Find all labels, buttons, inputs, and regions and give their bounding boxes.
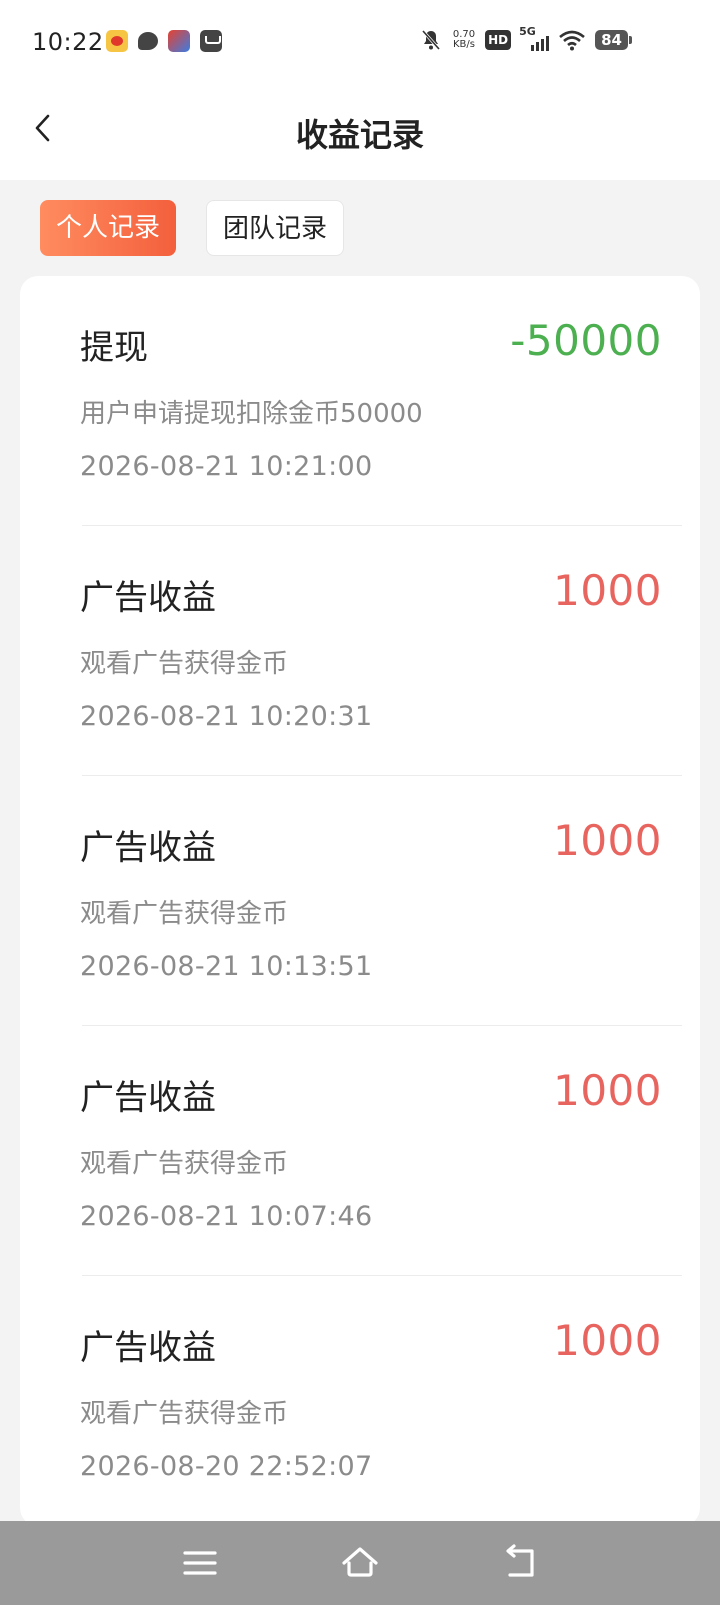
record-time: 2026-08-21 10:13:51 <box>80 951 373 982</box>
record-time: 2026-08-20 22:52:07 <box>80 1451 373 1482</box>
record-title: 提现 <box>80 328 148 368</box>
record-description: 观看广告获得金币 <box>80 1399 289 1429</box>
list-item: 广告收益 1000 观看广告获得金币 2026-08-21 10:07:46 <box>60 1026 682 1276</box>
mail-icon <box>200 30 222 52</box>
record-time: 2026-08-21 10:20:31 <box>80 701 373 732</box>
list-item: 提现 -50000 用户申请提现扣除金币50000 2026-08-21 10:… <box>60 276 682 526</box>
back-icon[interactable] <box>498 1541 542 1585</box>
mute-icon <box>421 30 440 50</box>
hd-badge: HD <box>485 30 512 50</box>
weibo-icon <box>106 30 128 52</box>
record-amount: 1000 <box>553 816 662 865</box>
record-amount: 1000 <box>553 1316 662 1365</box>
record-time: 2026-08-21 10:07:46 <box>80 1201 373 1232</box>
list-item: 广告收益 1000 观看广告获得金币 2026-08-21 10:13:51 <box>60 776 682 1026</box>
signal-label: 5G <box>519 25 536 38</box>
list-item: 广告收益 1000 观看广告获得金币 2026-08-20 22:52:07 <box>60 1276 662 1526</box>
record-amount: 1000 <box>553 566 662 615</box>
tab-team-records[interactable]: 团队记录 <box>206 200 345 256</box>
record-title: 广告收益 <box>80 828 216 868</box>
net-speed-unit: KB/s <box>452 39 475 50</box>
records-list: 提现 -50000 用户申请提现扣除金币50000 2026-08-21 10:… <box>20 276 700 1526</box>
system-nav-bar <box>0 1521 720 1605</box>
record-title: 广告收益 <box>80 1078 216 1118</box>
tab-personal-records[interactable]: 个人记录 <box>40 200 177 256</box>
record-title: 广告收益 <box>80 578 216 618</box>
signal-icon: 5G <box>519 25 550 51</box>
status-bar: 10:22 0.70 KB/s HD 5G 84 <box>0 0 720 86</box>
home-icon[interactable] <box>338 1541 382 1585</box>
record-description: 观看广告获得金币 <box>80 899 289 929</box>
page-header: 收益记录 <box>0 86 720 180</box>
menu-icon[interactable] <box>178 1541 222 1585</box>
chat-icon <box>138 32 158 50</box>
record-time: 2026-08-21 10:21:00 <box>80 451 373 482</box>
record-tabs: 个人记录 团队记录 <box>40 200 345 256</box>
system-icons: 0.70 KB/s HD 5G 84 <box>419 25 632 52</box>
record-title: 广告收益 <box>80 1328 216 1368</box>
record-amount: -50000 <box>510 316 662 365</box>
record-amount: 1000 <box>553 1066 662 1115</box>
wifi-icon <box>559 30 585 51</box>
network-speed: 0.70 KB/s <box>453 30 475 50</box>
record-description: 用户申请提现扣除金币50000 <box>80 399 423 429</box>
app-icon <box>168 30 190 52</box>
status-time: 10:22 <box>32 28 104 56</box>
list-item: 广告收益 1000 观看广告获得金币 2026-08-21 10:20:31 <box>60 526 682 776</box>
page-title: 收益记录 <box>295 116 424 154</box>
record-description: 观看广告获得金币 <box>80 649 289 679</box>
battery-indicator: 84 <box>595 30 632 50</box>
notification-icons <box>106 30 222 52</box>
record-description: 观看广告获得金币 <box>80 1149 289 1179</box>
